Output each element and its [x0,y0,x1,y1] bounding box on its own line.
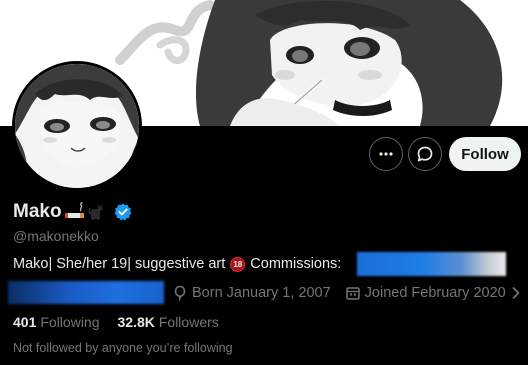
bio-commissions: Commissions: [250,256,342,272]
name-row: Mako [13,201,133,223]
following-label: Following [40,314,100,330]
black-cat-emoji-icon [88,204,103,220]
redacted-link [357,252,506,276]
profile-meta: Born January 1, 2007 Joined February 202… [172,285,522,301]
join-date[interactable]: Joined February 2020 [345,285,522,301]
more-horizontal-icon [379,152,393,156]
cigarette-emoji-icon [64,202,84,218]
followers-label: Followers [158,314,219,330]
no-under-18-icon: 18 [230,256,246,272]
followers-link[interactable]: 32.8K Followers [118,314,219,330]
follow-stats: 401 Following 32.8K Followers [13,314,219,330]
followers-count: 32.8K [117,314,155,330]
message-button[interactable] [408,137,442,171]
following-count: 401 [13,314,37,330]
bio-name: Mako [13,256,49,272]
display-name: Mako [13,201,62,222]
join-date-text: Joined February 2020 [364,285,506,301]
bio-content: | suggestive art [127,256,226,272]
birth-date: Born January 1, 2007 [172,285,331,301]
bio: Mako | She/her 19 | suggestive art 18 Co… [13,256,341,272]
more-options-button[interactable] [369,137,403,171]
chevron-right-icon [512,287,520,299]
following-link[interactable]: 401 Following [13,314,100,330]
follow-button[interactable]: Follow [449,137,521,171]
avatar-image [15,64,139,188]
avatar[interactable] [12,61,142,191]
verified-badge-icon[interactable] [113,202,133,222]
bio-pronouns: | She/her 19 [48,256,128,272]
followed-by-info: Not followed by anyone you’re following [13,341,233,355]
handle: @makonekko [13,228,99,244]
birth-date-text: Born January 1, 2007 [192,285,331,301]
balloon-icon [174,285,186,301]
calendar-icon [345,287,360,300]
redacted-link [8,281,164,304]
message-bubble-icon [417,146,433,162]
